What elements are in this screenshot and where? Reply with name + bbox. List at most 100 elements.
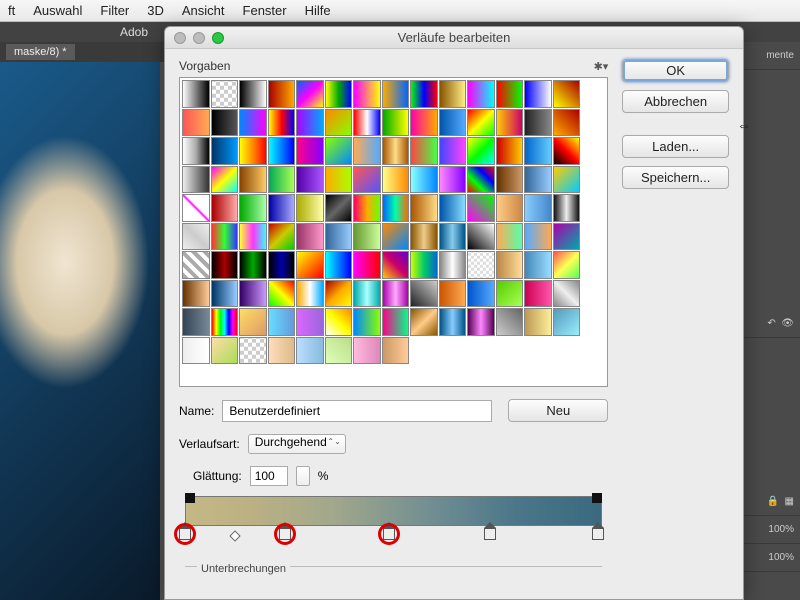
- gradient-preset-swatch[interactable]: [353, 137, 381, 165]
- new-button[interactable]: Neu: [508, 399, 608, 422]
- gradient-preset-swatch[interactable]: [353, 194, 381, 222]
- midpoint-diamond[interactable]: [229, 530, 240, 541]
- gradient-preset-swatch[interactable]: [353, 280, 381, 308]
- gradient-preset-swatch[interactable]: [239, 308, 267, 336]
- gradient-preset-swatch[interactable]: [239, 166, 267, 194]
- gradient-preset-swatch[interactable]: [182, 137, 210, 165]
- gradient-preset-swatch[interactable]: [211, 280, 239, 308]
- gradient-preset-swatch[interactable]: [524, 109, 552, 137]
- gradient-preset-swatch[interactable]: [496, 80, 524, 108]
- gradient-preset-swatch[interactable]: [382, 308, 410, 336]
- gradient-preset-swatch[interactable]: [353, 223, 381, 251]
- gradient-preset-swatch[interactable]: [524, 137, 552, 165]
- gradient-preset-swatch[interactable]: [239, 109, 267, 137]
- gradient-preset-swatch[interactable]: [382, 223, 410, 251]
- smoothness-stepper[interactable]: [296, 466, 310, 486]
- lock-icon[interactable]: 🔒 ▦: [741, 488, 800, 516]
- save-button[interactable]: Speichern...: [622, 166, 729, 189]
- gradient-preset-swatch[interactable]: [496, 251, 524, 279]
- gradient-preset-swatch[interactable]: [296, 251, 324, 279]
- gradient-preset-swatch[interactable]: [182, 109, 210, 137]
- gradient-preset-swatch[interactable]: [496, 223, 524, 251]
- gradient-preset-swatch[interactable]: [182, 337, 210, 365]
- window-close-icon[interactable]: [174, 32, 186, 44]
- gradient-preset-swatch[interactable]: [496, 280, 524, 308]
- gradient-preset-swatch[interactable]: [268, 223, 296, 251]
- gradient-preset-swatch[interactable]: [211, 337, 239, 365]
- gradient-preset-swatch[interactable]: [325, 223, 353, 251]
- gradient-preset-swatch[interactable]: [410, 308, 438, 336]
- gradient-preset-swatch[interactable]: [439, 137, 467, 165]
- gradient-preset-swatch[interactable]: [382, 166, 410, 194]
- gradient-preset-swatch[interactable]: [211, 223, 239, 251]
- gradient-preset-swatch[interactable]: [439, 251, 467, 279]
- gradient-preset-swatch[interactable]: [553, 308, 581, 336]
- color-stop[interactable]: [484, 528, 496, 542]
- gradient-preset-swatch[interactable]: [325, 80, 353, 108]
- presets-menu-icon[interactable]: ✱▾: [594, 60, 609, 73]
- gradient-preset-swatch[interactable]: [268, 337, 296, 365]
- gradient-preset-swatch[interactable]: [211, 194, 239, 222]
- gradient-preset-swatch[interactable]: [496, 194, 524, 222]
- gradient-preset-swatch[interactable]: [382, 194, 410, 222]
- gradient-preset-swatch[interactable]: [524, 308, 552, 336]
- menu-item[interactable]: Auswahl: [33, 3, 82, 18]
- gradient-preset-swatch[interactable]: [268, 166, 296, 194]
- gradient-preset-swatch[interactable]: [325, 194, 353, 222]
- ok-button[interactable]: OK: [622, 59, 729, 82]
- gradient-preset-swatch[interactable]: [296, 280, 324, 308]
- gradient-preset-swatch[interactable]: [553, 280, 581, 308]
- gradient-preset-swatch[interactable]: [182, 223, 210, 251]
- opacity-value[interactable]: 100%: [741, 544, 800, 572]
- gradient-preset-swatch[interactable]: [296, 137, 324, 165]
- gradient-preset-swatch[interactable]: [296, 223, 324, 251]
- gradient-preset-swatch[interactable]: [211, 251, 239, 279]
- gradient-preset-swatch[interactable]: [182, 194, 210, 222]
- gradient-preset-swatch[interactable]: [524, 223, 552, 251]
- gradient-preset-swatch[interactable]: [467, 137, 495, 165]
- gradient-preset-swatch[interactable]: [268, 137, 296, 165]
- gradient-preset-swatch[interactable]: [553, 251, 581, 279]
- gradient-preset-swatch[interactable]: [325, 337, 353, 365]
- gradient-preset-swatch[interactable]: [439, 308, 467, 336]
- smoothness-input[interactable]: [250, 466, 288, 486]
- gradient-preset-swatch[interactable]: [296, 109, 324, 137]
- fill-value[interactable]: 100%: [741, 516, 800, 544]
- gradient-preset-swatch[interactable]: [439, 166, 467, 194]
- opacity-stop-left[interactable]: [185, 493, 195, 503]
- gradient-preset-swatch[interactable]: [296, 308, 324, 336]
- panel-tab[interactable]: mente: [741, 42, 800, 70]
- gradient-preset-swatch[interactable]: [382, 251, 410, 279]
- gradient-preset-swatch[interactable]: [496, 308, 524, 336]
- gradient-preset-swatch[interactable]: [211, 80, 239, 108]
- gradient-preset-swatch[interactable]: [382, 280, 410, 308]
- gradient-preset-swatch[interactable]: [524, 166, 552, 194]
- gradient-preset-swatch[interactable]: [553, 80, 581, 108]
- load-button[interactable]: Laden...: [622, 135, 729, 158]
- gradient-preset-swatch[interactable]: [467, 308, 495, 336]
- color-stop[interactable]: [179, 528, 191, 542]
- menu-item[interactable]: 3D: [147, 3, 164, 18]
- gradient-preset-swatch[interactable]: [325, 166, 353, 194]
- color-stop[interactable]: [383, 528, 395, 542]
- gradient-preset-swatch[interactable]: [325, 251, 353, 279]
- gradient-preset-swatch[interactable]: [325, 308, 353, 336]
- gradient-preset-swatch[interactable]: [296, 194, 324, 222]
- gradient-preset-swatch[interactable]: [268, 194, 296, 222]
- document-tab[interactable]: maske/8) *: [6, 44, 75, 60]
- gradient-preset-swatch[interactable]: [524, 80, 552, 108]
- gradient-preset-swatch[interactable]: [353, 337, 381, 365]
- gradient-preset-swatch[interactable]: [268, 80, 296, 108]
- gradient-preset-swatch[interactable]: [211, 166, 239, 194]
- gradient-preset-swatch[interactable]: [467, 194, 495, 222]
- gradient-preset-swatch[interactable]: [467, 166, 495, 194]
- gradient-type-select[interactable]: Durchgehend: [248, 434, 346, 454]
- gradient-preset-swatch[interactable]: [182, 80, 210, 108]
- window-minimize-icon[interactable]: [193, 32, 205, 44]
- color-stop[interactable]: [592, 528, 604, 542]
- gradient-preset-swatch[interactable]: [182, 251, 210, 279]
- gradient-preset-swatch[interactable]: [410, 251, 438, 279]
- gradient-preset-swatch[interactable]: [467, 109, 495, 137]
- gradient-preset-swatch[interactable]: [382, 137, 410, 165]
- menu-item[interactable]: Ansicht: [182, 3, 225, 18]
